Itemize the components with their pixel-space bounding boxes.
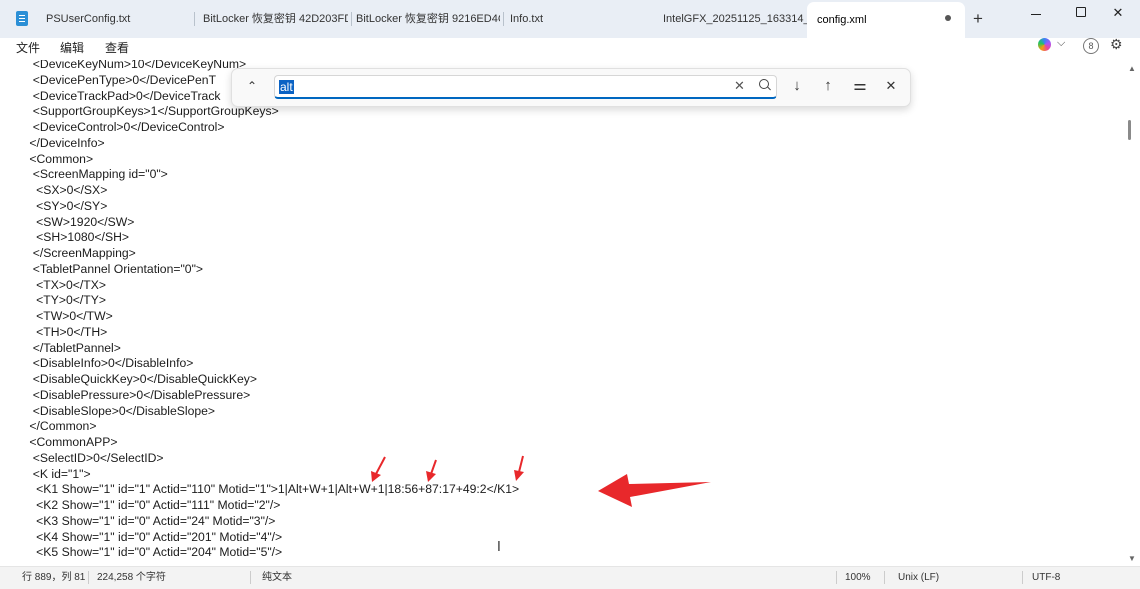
vertical-scrollbar[interactable]: ▲ ▼ <box>1125 60 1140 566</box>
text-line: </TabletPannel> <box>26 340 121 355</box>
text-editor[interactable]: <DeviceKeyNum>10</DeviceKeyNum> <DeviceP… <box>0 60 1125 566</box>
tab-separator <box>503 12 504 26</box>
text-line: <SH>1080</SH> <box>26 230 129 245</box>
tab-bitlocker-1[interactable]: BitLocker 恢复密钥 42D203FD-E87 <box>203 0 348 38</box>
tab-config-xml[interactable]: config.xml <box>807 2 965 38</box>
tab-intelgfx[interactable]: IntelGFX_20251125_163314_Install <box>663 0 809 38</box>
status-separator <box>884 571 885 584</box>
find-next-button[interactable]: ↓ <box>788 77 806 95</box>
zoom-level[interactable]: 100% <box>845 571 871 584</box>
text-line: <ScreenMapping id="0"> <box>26 167 168 182</box>
search-icon[interactable] <box>759 79 769 89</box>
scroll-up-icon[interactable]: ▲ <box>1128 64 1136 73</box>
clear-search-icon[interactable]: ✕ <box>734 78 745 94</box>
text-line-k1: <K1 Show="1" id="1" Actid="110" Motid="1… <box>26 482 520 497</box>
text-line: <DisableSlope>0</DisableSlope> <box>26 403 216 418</box>
text-line: <DisablePressure>0</DisablePressure> <box>26 387 251 402</box>
mouse-cursor: I <box>497 540 501 555</box>
encoding[interactable]: UTF-8 <box>1032 571 1060 584</box>
gear-icon[interactable]: ⚙ <box>1110 36 1123 53</box>
text-line: <Common> <box>26 151 94 166</box>
text-line: <K4 Show="1" id="0" Actid="201" Motid="4… <box>26 529 283 544</box>
unsaved-indicator[interactable] <box>945 15 951 21</box>
text-line: <CommonAPP> <box>26 435 118 449</box>
text-line: <DisableInfo>0</DisableInfo> <box>26 356 194 371</box>
text-line: <TY>0</TY> <box>26 293 106 308</box>
menu-view[interactable]: 查看 <box>105 39 129 57</box>
chevron-down-icon[interactable]: ⌵ <box>1057 37 1065 50</box>
menu-bar: 文件 编辑 查看 <box>0 38 1140 60</box>
text-line: <DeviceControl>0</DeviceControl> <box>26 120 225 134</box>
text-line: <TabletPannel Orientation="0"> <box>26 261 204 276</box>
search-query[interactable]: alt <box>279 80 294 94</box>
status-separator <box>88 571 89 584</box>
text-line: <DisableQuickKey>0</DisableQuickKey> <box>26 372 258 386</box>
cursor-position[interactable]: 行 889，列 81 <box>22 571 85 584</box>
text-format[interactable]: 纯文本 <box>262 571 292 584</box>
minimize-button[interactable] <box>1019 0 1053 30</box>
menu-edit[interactable]: 编辑 <box>60 39 84 57</box>
close-window-button[interactable]: ✕ <box>1101 0 1135 30</box>
tab-bitlocker-2[interactable]: BitLocker 恢复密钥 9216ED4C-AA( <box>356 0 500 38</box>
expand-replace-button[interactable]: ⌃ <box>244 78 260 94</box>
title-bar: PSUserConfig.txt BitLocker 恢复密钥 42D203FD… <box>0 0 1140 39</box>
search-options-button[interactable]: ⚌ <box>851 77 869 95</box>
scroll-down-icon[interactable]: ▼ <box>1128 554 1136 563</box>
character-count: 224,258 个字符 <box>97 572 166 583</box>
text-line: <K5 Show="1" id="0" Actid="204" Motid="5… <box>26 545 283 560</box>
status-bar: 行 889，列 81 224,258 个字符 纯文本 100% Unix (LF… <box>0 566 1140 589</box>
text-line: </ScreenMapping> <box>26 246 136 260</box>
text-line: <TH>0</TH> <box>26 324 108 339</box>
copilot-icon[interactable] <box>1038 38 1051 51</box>
text-line: <K3 Show="1" id="0" Actid="24" Motid="3"… <box>26 513 276 528</box>
account-icon[interactable]: 8 <box>1083 38 1099 54</box>
status-separator <box>1022 571 1023 584</box>
tab-label: config.xml <box>817 14 867 26</box>
tab-info[interactable]: Info.txt <box>510 0 640 38</box>
editor-lines: <DeviceKeyNum>10</DeviceKeyNum> <DeviceP… <box>26 60 519 561</box>
tab-separator <box>194 12 195 26</box>
new-tab-button[interactable]: + <box>973 10 983 27</box>
find-bar: ⌃ alt ✕ ↓ ↑ ⚌ ✕ <box>231 68 911 107</box>
tab-separator <box>351 12 352 26</box>
text-line: <SelectID>0</SelectID> <box>26 450 164 465</box>
search-input[interactable]: alt ✕ <box>274 75 777 99</box>
text-line: <SY>0</SY> <box>26 198 108 213</box>
find-previous-button[interactable]: ↑ <box>819 77 837 95</box>
notepad-icon <box>16 11 28 26</box>
text-line: </Common> <box>26 419 97 434</box>
menu-file[interactable]: 文件 <box>16 39 40 57</box>
close-find-button[interactable]: ✕ <box>882 77 900 95</box>
text-line: <TX>0</TX> <box>26 277 106 292</box>
status-separator <box>836 571 837 584</box>
status-separator <box>250 571 251 584</box>
scroll-thumb[interactable] <box>1128 120 1131 140</box>
text-line: <TW>0</TW> <box>26 309 113 323</box>
text-line: <SW>1920</SW> <box>26 214 135 229</box>
text-line: <K id="1"> <box>26 466 91 481</box>
text-line: <K2 Show="1" id="0" Actid="111" Motid="2… <box>26 498 281 512</box>
maximize-button[interactable] <box>1064 0 1098 30</box>
text-line: </DeviceInfo> <box>26 135 105 150</box>
text-line: <SX>0</SX> <box>26 183 108 197</box>
line-ending[interactable]: Unix (LF) <box>898 571 939 584</box>
tab-psuserconfig[interactable]: PSUserConfig.txt <box>46 0 186 38</box>
